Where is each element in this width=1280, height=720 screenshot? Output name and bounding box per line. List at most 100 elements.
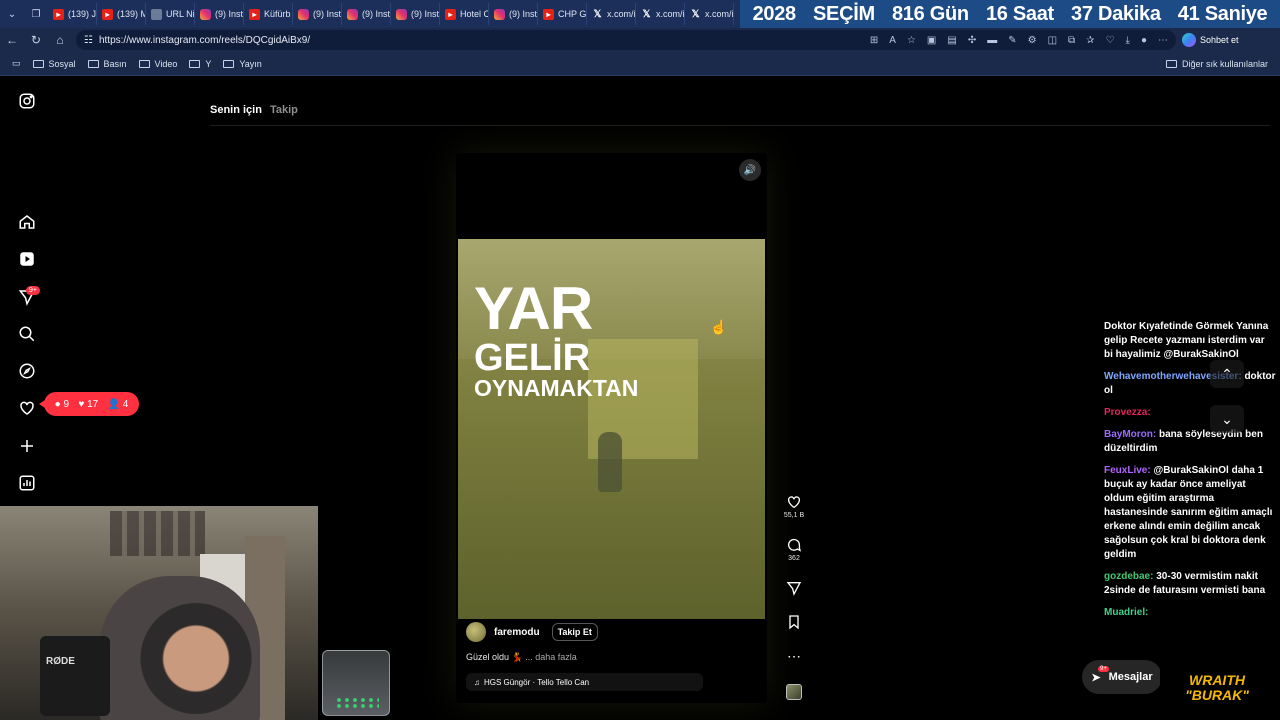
music-title: HGS Güngör · Tello Tello Can xyxy=(484,677,590,687)
dashboard-icon[interactable] xyxy=(18,474,36,492)
browser-essentials-icon[interactable]: ♡ xyxy=(1106,35,1115,46)
split-screen-icon[interactable]: ◫ xyxy=(1048,35,1057,46)
profile-avatar[interactable]: ● xyxy=(1141,35,1147,46)
youtube-favicon-icon: ▸ xyxy=(249,8,260,20)
reels-icon[interactable] xyxy=(18,250,36,268)
browser-tab[interactable]: ▸ (139) M xyxy=(97,3,146,25)
browser-tab[interactable]: URL Ni xyxy=(146,3,195,25)
bookmark-folder-yayin[interactable]: Yayın xyxy=(223,58,262,69)
bookmark-folder-sosyal[interactable]: Sosyal xyxy=(32,58,76,69)
instagram-logo-icon[interactable] xyxy=(18,92,36,110)
workspaces-icon[interactable]: ❐ xyxy=(24,0,48,28)
tab-label: x.com/i xyxy=(705,9,734,19)
activity-notification-pill[interactable]: ● 9 ♥ 17 👤 4 xyxy=(39,392,139,416)
extension-icon[interactable]: ▤ xyxy=(947,35,956,46)
chat-username: Provezza: xyxy=(1104,407,1151,418)
collections-icon[interactable]: ⧉ xyxy=(1068,35,1075,46)
other-bookmarks-folder[interactable]: Diğer sık kullanılanlar xyxy=(1165,59,1268,69)
browser-tab[interactable]: (9) Inst xyxy=(391,3,440,25)
audio-thumbnail[interactable] xyxy=(780,684,808,700)
favorite-star-icon[interactable]: ☆ xyxy=(907,35,916,46)
url-text[interactable]: https://www.instagram.com/reels/DQCgidAi… xyxy=(99,35,310,46)
app-available-icon[interactable]: ⊞ xyxy=(870,35,878,46)
browser-tab[interactable]: ▸ (139) Je xyxy=(48,3,97,25)
create-plus-icon[interactable] xyxy=(18,437,36,455)
chat-message: gozdebae: 30-30 vermistim nakit 2sinde d… xyxy=(1104,570,1276,598)
mute-toggle-icon[interactable]: 🔊 xyxy=(739,159,761,181)
bookmark-folder-video[interactable]: Video xyxy=(138,59,177,69)
reading-view-icon[interactable]: ▭ xyxy=(12,58,21,69)
refresh-button[interactable]: ↻ xyxy=(24,33,48,47)
downloads-icon[interactable]: ⤓ xyxy=(1126,35,1130,46)
favorites-icon[interactable]: ✰ xyxy=(1086,35,1094,46)
tab-label: Küfürb xyxy=(264,9,291,19)
browser-tab[interactable]: ▸ CHP Gi xyxy=(538,3,587,25)
chat-message: Muadriel: xyxy=(1104,606,1276,620)
browser-tab[interactable]: ▸ Hotel C xyxy=(440,3,489,25)
wall-frames xyxy=(110,511,205,556)
extension-icon[interactable]: ✣ xyxy=(968,35,976,46)
bookmark-label: Yayın xyxy=(239,58,262,69)
tab-label: (139) Je xyxy=(68,9,97,19)
bookmark-folder-y[interactable]: Y xyxy=(189,59,211,69)
extension-icon[interactable]: ▣ xyxy=(927,35,936,46)
countdown-seconds: 41 Saniye xyxy=(1177,2,1268,25)
like-count: ♥ 17 xyxy=(78,398,99,410)
caption-more-link[interactable]: ... daha fazla xyxy=(525,652,577,662)
youtube-favicon-icon: ▸ xyxy=(543,8,554,20)
scroll-up-button[interactable]: ⌃ xyxy=(1210,360,1244,388)
chat-message: FeuxLive: @BurakSakinOl daha 1 buçuk ay … xyxy=(1104,464,1276,562)
follow-count: 👤 4 xyxy=(107,398,129,410)
browser-tab[interactable]: ▸ Küfürb xyxy=(244,3,293,25)
extension-icon[interactable]: ✎ xyxy=(1008,35,1016,46)
browser-tab[interactable]: 𝕏x.com/i xyxy=(587,3,636,25)
bookmark-label: Sosyal xyxy=(48,58,76,69)
like-button[interactable]: 55,1 B xyxy=(780,494,808,519)
bookmarks-bar: ▭ Sosyal Basın Video Y Yayın Diğer sık k… xyxy=(0,52,1280,76)
tab-actions-menu[interactable]: ⌄ xyxy=(0,0,24,28)
instagram-favicon-icon xyxy=(396,8,407,20)
countdown-hours: 16 Saat xyxy=(985,2,1054,25)
notifications-heart-icon[interactable] xyxy=(18,399,36,417)
follow-button[interactable]: Takip Et xyxy=(551,623,598,641)
chat-text: Doktor Kıyafetinde Görmek Yanına gelip R… xyxy=(1104,321,1269,360)
reel-audio[interactable]: ♫ HGS Güngör · Tello Tello Can xyxy=(466,673,703,691)
home-icon[interactable] xyxy=(18,213,36,231)
messages-send-icon: ➤ xyxy=(1091,671,1101,684)
more-dots-icon: ⋯ xyxy=(787,648,801,664)
site-info-icon[interactable]: ☷ xyxy=(84,35,93,46)
bookmark-folder-basin[interactable]: Basın xyxy=(87,59,127,69)
extension-icon[interactable]: ▬ xyxy=(987,35,997,46)
video-scene-figure xyxy=(598,432,622,492)
tab-following[interactable]: Takip xyxy=(270,104,298,116)
share-button[interactable] xyxy=(780,580,808,596)
explore-icon[interactable] xyxy=(18,362,36,380)
reel-card[interactable]: 🔊 YAR GELİR OYNAMAKTAN ☝ faremodu Takip … xyxy=(456,153,767,703)
home-button[interactable]: ⌂ xyxy=(48,33,72,47)
search-icon[interactable] xyxy=(18,325,36,343)
browser-tab[interactable]: 𝕏x.com/i xyxy=(685,3,734,25)
browser-tab[interactable]: (9) Inst xyxy=(293,3,342,25)
back-button[interactable]: ← xyxy=(0,33,24,47)
browser-tab[interactable]: (9) Inst xyxy=(489,3,538,25)
browser-tab[interactable]: (9) Inst xyxy=(342,3,391,25)
author-username[interactable]: faremodu xyxy=(494,627,540,638)
tab-label: (9) Inst xyxy=(411,9,440,19)
messages-button[interactable]: ➤ Mesajlar xyxy=(1082,660,1162,694)
folder-icon xyxy=(32,59,44,68)
extensions-puzzle-icon[interactable]: ⚙ xyxy=(1028,35,1037,46)
scroll-down-button[interactable]: ⌄ xyxy=(1210,405,1244,433)
browser-tab[interactable]: 𝕏x.com/i xyxy=(636,3,685,25)
copilot-chat-button[interactable]: Sohbet et xyxy=(1182,33,1239,47)
tab-for-you[interactable]: Senin için xyxy=(210,104,262,116)
address-bar[interactable]: ☷ https://www.instagram.com/reels/DQCgid… xyxy=(76,30,1176,50)
author-avatar[interactable] xyxy=(466,622,486,642)
reel-video[interactable]: YAR GELİR OYNAMAKTAN ☝ xyxy=(458,239,765,619)
browser-tab[interactable]: (9) Inst xyxy=(195,3,244,25)
messages-badge: 9+ xyxy=(26,286,40,295)
read-aloud-icon[interactable]: A xyxy=(889,35,896,46)
save-button[interactable] xyxy=(780,614,808,630)
settings-menu-icon[interactable]: ⋯ xyxy=(1158,35,1168,46)
comment-button[interactable]: 362 xyxy=(780,537,808,562)
more-options-button[interactable]: ⋯ xyxy=(780,648,808,666)
